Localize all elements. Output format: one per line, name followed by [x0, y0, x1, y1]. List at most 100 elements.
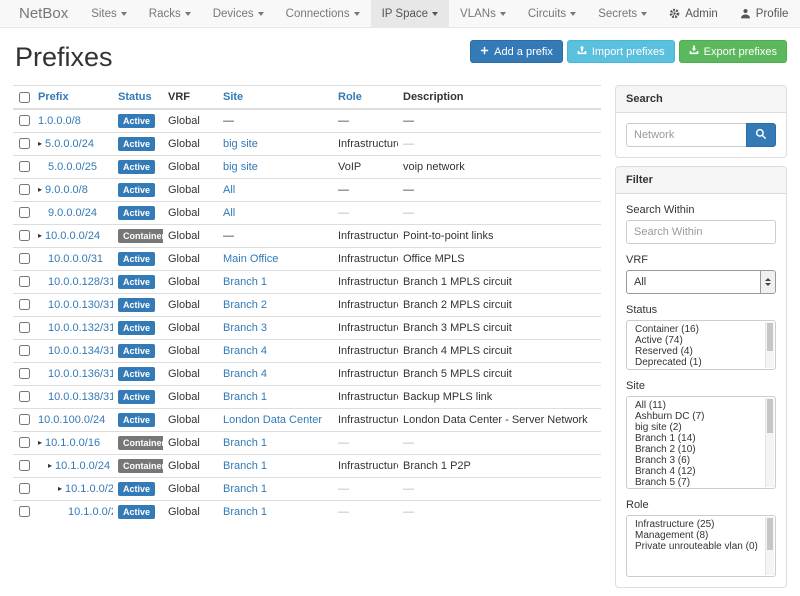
status-badge: Active	[118, 275, 155, 289]
site-link[interactable]: Branch 2	[223, 299, 267, 311]
status-option[interactable]: Reserved (4)	[627, 346, 761, 357]
prefix-link[interactable]: 9.0.0.0/24	[48, 207, 97, 219]
prefix-link[interactable]: 10.0.0.134/31	[48, 345, 113, 357]
row-checkbox[interactable]	[19, 391, 30, 402]
site-link[interactable]: Branch 1	[223, 460, 267, 472]
prefix-link[interactable]: 10.0.0.130/31	[48, 299, 113, 311]
prefix-link[interactable]: 10.1.0.0/24	[55, 460, 110, 472]
nav-item-racks[interactable]: Racks	[138, 0, 202, 27]
site-link[interactable]: All	[223, 207, 235, 219]
prefix-link[interactable]: 5.0.0.0/25	[48, 161, 97, 173]
import-prefixes-button[interactable]: Import prefixes	[567, 40, 675, 63]
site-link[interactable]: Branch 4	[223, 345, 267, 357]
prefix-link[interactable]: 10.1.0.0/16	[45, 437, 100, 449]
row-checkbox[interactable]	[19, 161, 30, 172]
scrollbar[interactable]	[765, 398, 774, 487]
site-link[interactable]: Branch 1	[223, 437, 267, 449]
site-link[interactable]: Branch 1	[223, 391, 267, 403]
row-checkbox[interactable]	[19, 437, 30, 448]
site-option[interactable]: big site (2)	[627, 422, 761, 433]
nav-item-profile[interactable]: Profile	[729, 0, 800, 27]
role-option[interactable]: Infrastructure (25)	[627, 519, 761, 530]
prefix-link[interactable]: 10.0.0.0/24	[45, 230, 100, 242]
prefix-link[interactable]: 10.1.0.0/26	[68, 506, 113, 518]
status-option[interactable]: Active (74)	[627, 335, 761, 346]
site-option[interactable]: COLO-1-24 (3)	[627, 488, 761, 489]
nav-item-circuits[interactable]: Circuits	[517, 0, 587, 27]
row-checkbox[interactable]	[19, 414, 30, 425]
column-header-role[interactable]: Role	[333, 86, 398, 110]
site-link[interactable]: Branch 4	[223, 368, 267, 380]
vrf-select[interactable]: All	[626, 270, 776, 294]
column-header-prefix[interactable]: Prefix	[33, 86, 113, 110]
row-checkbox[interactable]	[19, 253, 30, 264]
nav-item-admin[interactable]: Admin	[658, 0, 729, 27]
site-option[interactable]: Branch 2 (10)	[627, 444, 761, 455]
prefix-link[interactable]: 10.0.0.132/31	[48, 322, 113, 334]
scrollbar[interactable]	[765, 517, 774, 575]
site-link[interactable]: big site	[223, 138, 258, 150]
row-checkbox[interactable]	[19, 483, 30, 494]
prefix-link[interactable]: 10.0.0.0/31	[48, 253, 103, 265]
row-checkbox[interactable]	[19, 207, 30, 218]
row-checkbox[interactable]	[19, 299, 30, 310]
nav-item-secrets[interactable]: Secrets	[587, 0, 658, 27]
site-option[interactable]: Branch 1 (14)	[627, 433, 761, 444]
vrf-cell: Global	[163, 432, 218, 455]
row-checkbox[interactable]	[19, 276, 30, 287]
site-option[interactable]: Branch 5 (7)	[627, 477, 761, 488]
row-checkbox[interactable]	[19, 506, 30, 517]
status-listbox: Container (16)Active (74)Reserved (4)Dep…	[626, 320, 776, 370]
row-checkbox[interactable]	[19, 230, 30, 241]
row-checkbox[interactable]	[19, 368, 30, 379]
site-link[interactable]: London Data Center	[223, 414, 322, 426]
row-checkbox[interactable]	[19, 460, 30, 471]
site-link[interactable]: big site	[223, 161, 258, 173]
site-link[interactable]: Branch 1	[223, 483, 267, 495]
role-cell: —	[338, 483, 349, 495]
description-cell: —	[403, 506, 414, 518]
export-prefixes-button[interactable]: Export prefixes	[679, 40, 787, 63]
prefix-link[interactable]: 10.0.100.0/24	[38, 414, 105, 426]
column-header-status[interactable]: Status	[113, 86, 163, 110]
column-header-site[interactable]: Site	[218, 86, 333, 110]
nav-item-sites[interactable]: Sites	[80, 0, 138, 27]
site-option[interactable]: Branch 4 (12)	[627, 466, 761, 477]
row-checkbox[interactable]	[19, 115, 30, 126]
row-checkbox[interactable]	[19, 184, 30, 195]
prefix-link[interactable]: 10.0.0.138/31	[48, 391, 113, 403]
role-option[interactable]: Private unrouteable vlan (0)	[627, 541, 761, 552]
site-link[interactable]: Branch 1	[223, 506, 267, 518]
search-button[interactable]	[746, 123, 776, 147]
site-option[interactable]: Ashburn DC (7)	[627, 411, 761, 422]
prefix-link[interactable]: 10.1.0.0/25	[65, 483, 113, 495]
site-option[interactable]: Branch 3 (6)	[627, 455, 761, 466]
nav-item-vlans[interactable]: VLANs	[449, 0, 517, 27]
brand-logo[interactable]: NetBox	[7, 0, 80, 27]
sidebar: Search Filter Search Within VRF	[615, 85, 787, 596]
prefix-link[interactable]: 10.0.0.136/31	[48, 368, 113, 380]
nav-item-connections[interactable]: Connections	[275, 0, 371, 27]
search-input[interactable]	[626, 123, 747, 147]
site-link[interactable]: Branch 1	[223, 276, 267, 288]
row-checkbox[interactable]	[19, 322, 30, 333]
scrollbar[interactable]	[765, 322, 774, 368]
site-link[interactable]: Branch 3	[223, 322, 267, 334]
status-option[interactable]: Container (16)	[627, 324, 761, 335]
nav-item-ip-space[interactable]: IP Space	[371, 0, 449, 27]
search-within-input[interactable]	[626, 220, 776, 244]
site-link[interactable]: Main Office	[223, 253, 278, 265]
row-checkbox[interactable]	[19, 345, 30, 356]
site-link[interactable]: All	[223, 184, 235, 196]
prefix-link[interactable]: 1.0.0.0/8	[38, 115, 81, 127]
role-option[interactable]: Management (8)	[627, 530, 761, 541]
nav-item-devices[interactable]: Devices	[202, 0, 275, 27]
status-option[interactable]: Deprecated (1)	[627, 357, 761, 368]
prefix-link[interactable]: 9.0.0.0/8	[45, 184, 88, 196]
site-option[interactable]: All (11)	[627, 400, 761, 411]
prefix-link[interactable]: 5.0.0.0/24	[45, 138, 94, 150]
row-checkbox[interactable]	[19, 138, 30, 149]
add-prefix-button[interactable]: Add a prefix	[470, 40, 563, 63]
select-all-checkbox[interactable]	[19, 92, 30, 103]
prefix-link[interactable]: 10.0.0.128/31	[48, 276, 113, 288]
